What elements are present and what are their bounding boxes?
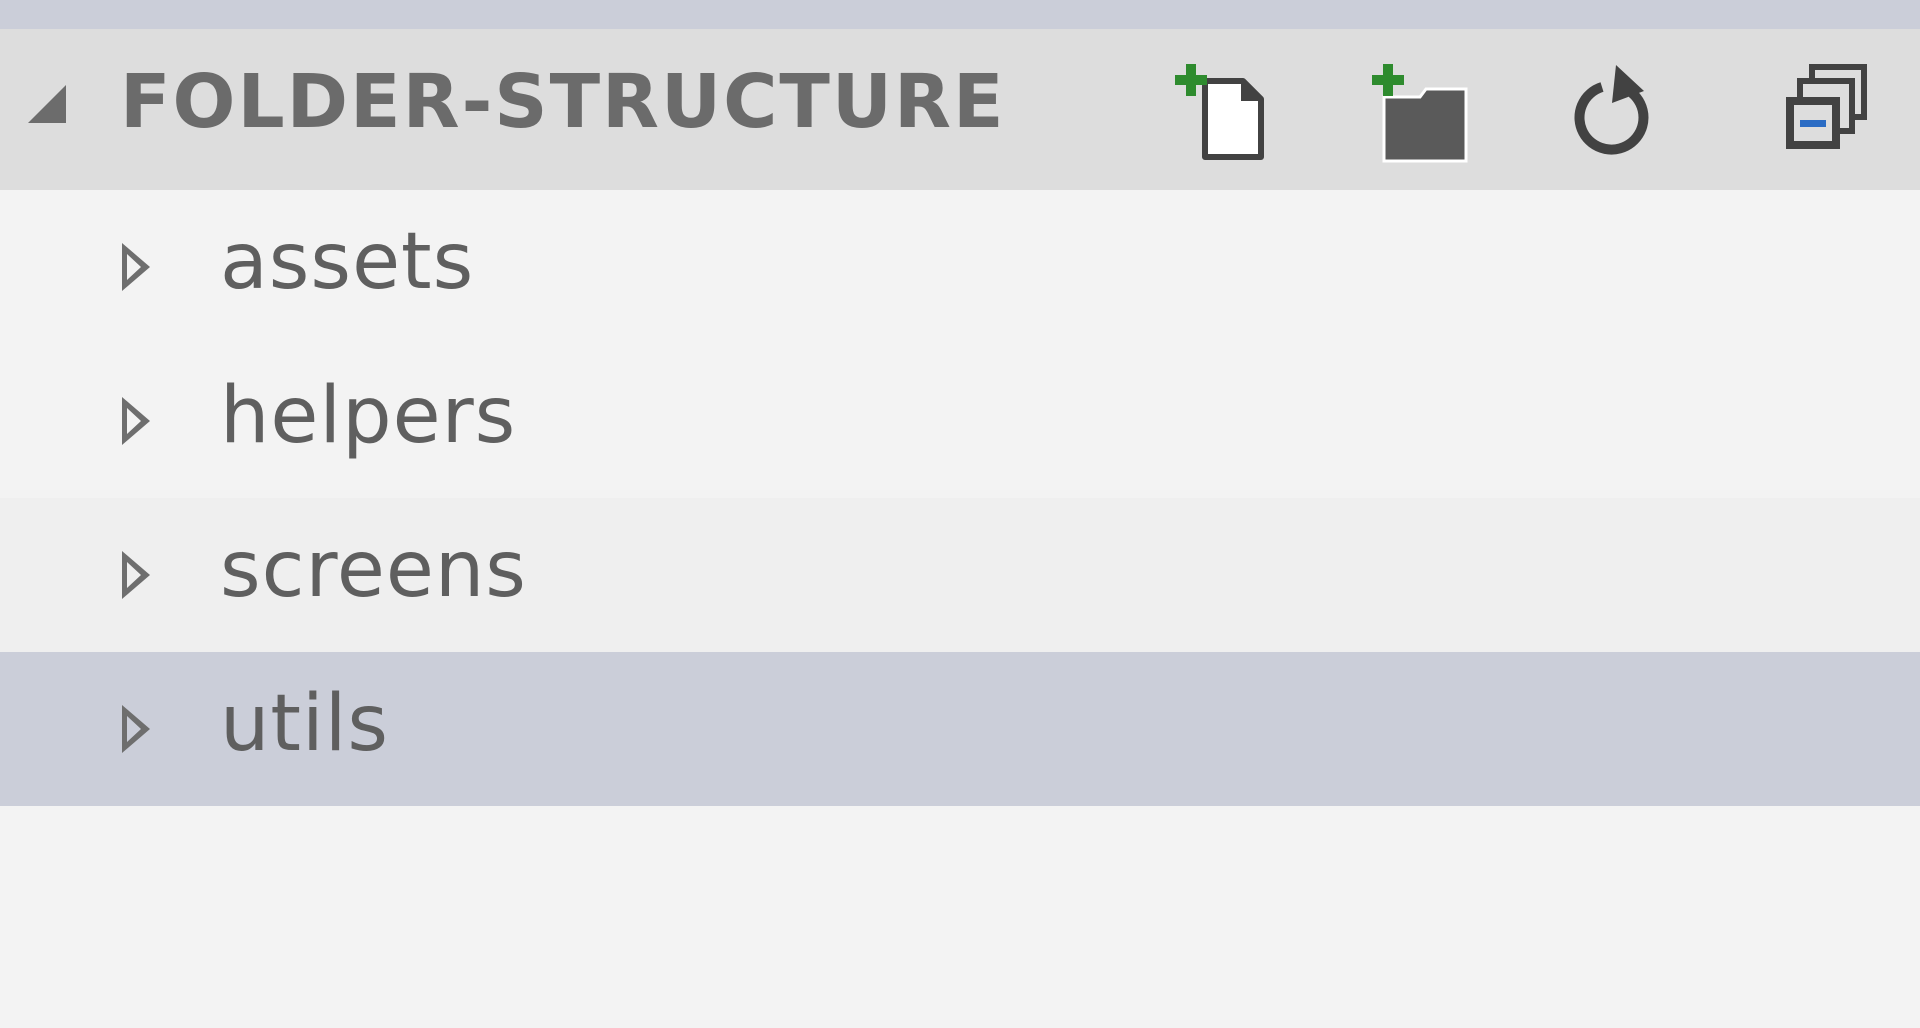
tree-item-screens[interactable]: screens xyxy=(0,498,1920,652)
folder-section-header[interactable]: FOLDER-STRUCTURE xyxy=(0,29,1920,190)
new-file-icon xyxy=(1175,64,1264,160)
section-actions xyxy=(0,29,1920,190)
chevron-right-icon-inner xyxy=(127,408,141,434)
tree-item-helpers[interactable]: helpers xyxy=(0,344,1920,498)
tree-item-assets[interactable]: assets xyxy=(0,190,1920,344)
new-folder-button[interactable] xyxy=(1362,53,1474,165)
tree-item-label: utils xyxy=(220,679,389,769)
tree-item-label: assets xyxy=(220,217,475,307)
tree-item-label: screens xyxy=(220,525,527,615)
new-folder-icon xyxy=(1372,64,1468,163)
chevron-right-icon-inner xyxy=(127,716,141,742)
tree-item-label: helpers xyxy=(220,371,517,461)
tree-item-utils[interactable]: utils xyxy=(0,652,1920,806)
explorer-pane: FOLDER-STRUCTURE assets helpers screens … xyxy=(0,0,1920,1028)
previous-section-strip[interactable] xyxy=(0,0,1920,29)
collapse-all-icon xyxy=(1786,64,1867,149)
collapse-all-button[interactable] xyxy=(1770,53,1882,165)
folder-tree: assets helpers screens utils xyxy=(0,190,1920,806)
new-file-button[interactable] xyxy=(1165,53,1277,165)
chevron-right-icon-inner xyxy=(127,254,141,280)
refresh-icon xyxy=(1574,65,1649,155)
refresh-button[interactable] xyxy=(1560,53,1672,165)
chevron-right-icon-inner xyxy=(127,562,141,588)
